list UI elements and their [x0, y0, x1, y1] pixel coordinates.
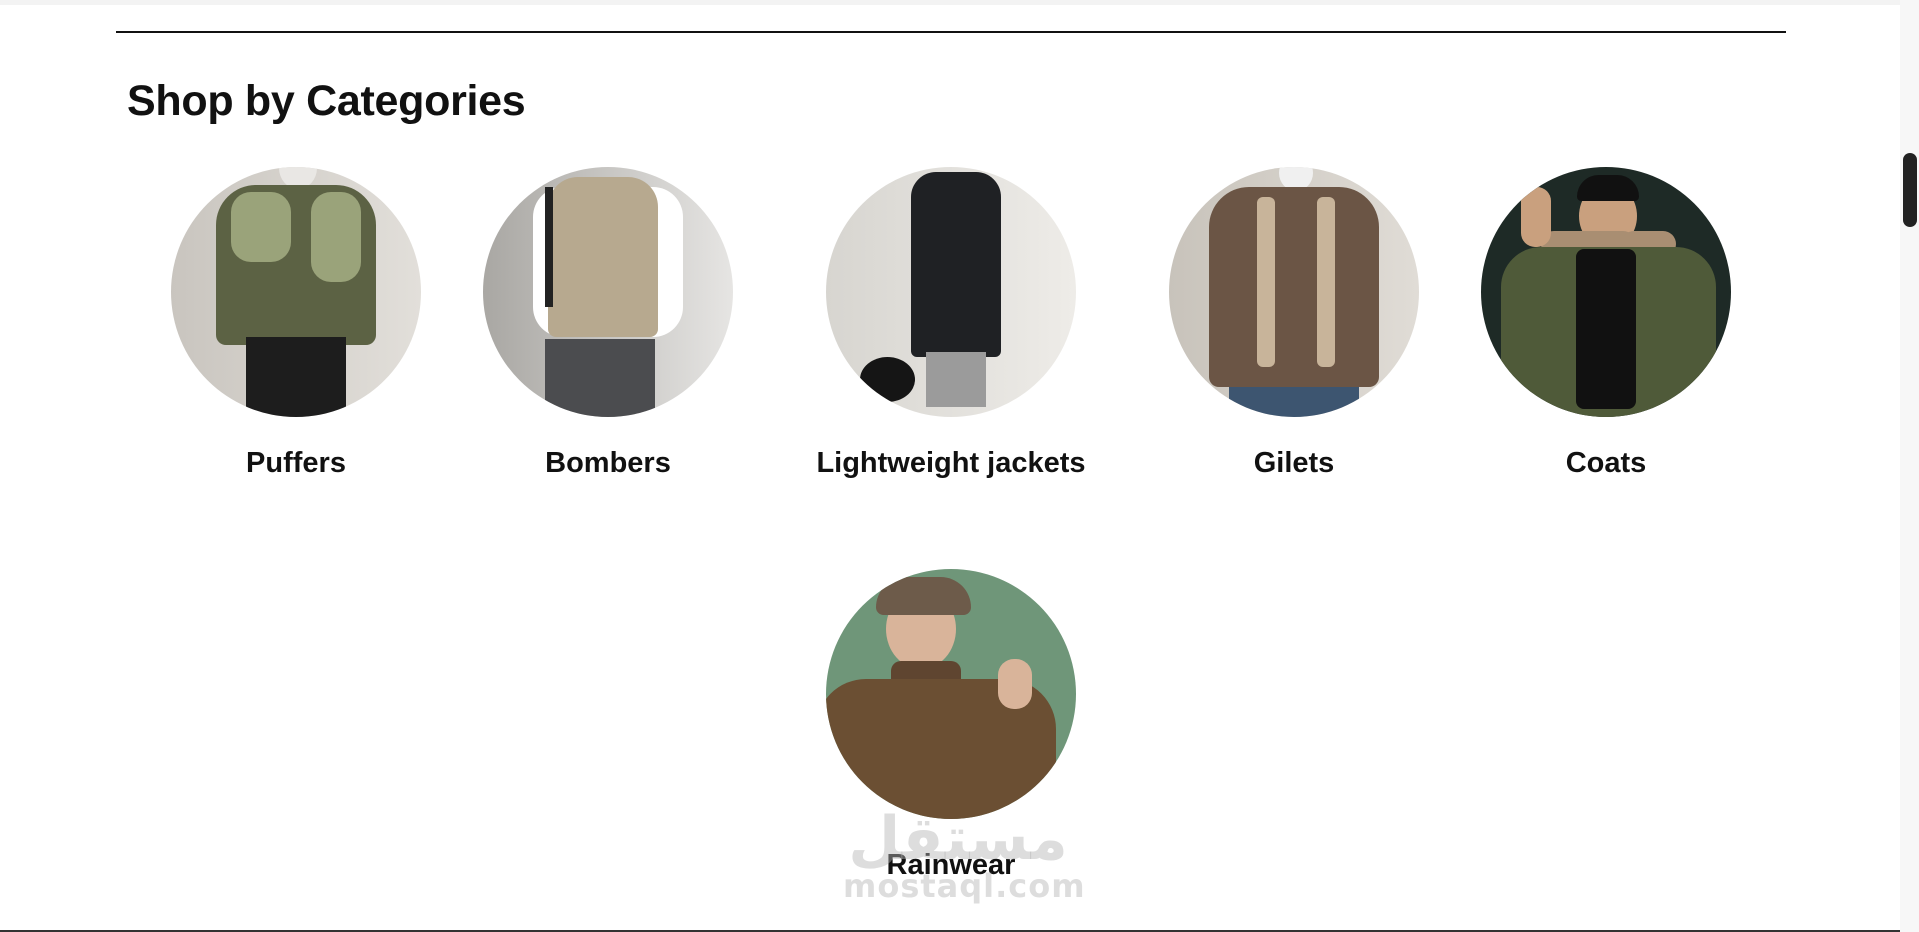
knit-vest-photo[interactable] — [483, 167, 733, 417]
turtleneck-sweater-photo[interactable] — [826, 569, 1076, 819]
category-bombers[interactable]: Bombers — [438, 167, 778, 480]
category-puffers[interactable]: Puffers — [126, 167, 466, 480]
category-lightweight-jackets[interactable]: Lightweight jackets — [781, 167, 1121, 480]
category-gilets[interactable]: Gilets — [1124, 167, 1464, 480]
category-grid: Puffers Bombers Lightweight jackets Gile… — [0, 0, 1900, 932]
trench-coat-photo[interactable] — [826, 167, 1076, 417]
category-label[interactable]: Gilets — [1124, 447, 1464, 480]
category-label[interactable]: Puffers — [126, 447, 466, 480]
category-label[interactable]: Coats — [1436, 447, 1776, 480]
category-coats[interactable]: Coats — [1436, 167, 1776, 480]
category-rainwear[interactable]: Rainwear — [781, 569, 1121, 882]
scrollbar-thumb[interactable] — [1903, 153, 1917, 227]
category-label[interactable]: Lightweight jackets — [781, 447, 1121, 480]
parka-photo[interactable] — [1481, 167, 1731, 417]
category-label[interactable]: Rainwear — [781, 849, 1121, 882]
category-label[interactable]: Bombers — [438, 447, 778, 480]
puffer-jacket-photo[interactable] — [171, 167, 421, 417]
track-jacket-photo[interactable] — [1169, 167, 1419, 417]
scrollbar-track[interactable] — [1900, 0, 1919, 932]
